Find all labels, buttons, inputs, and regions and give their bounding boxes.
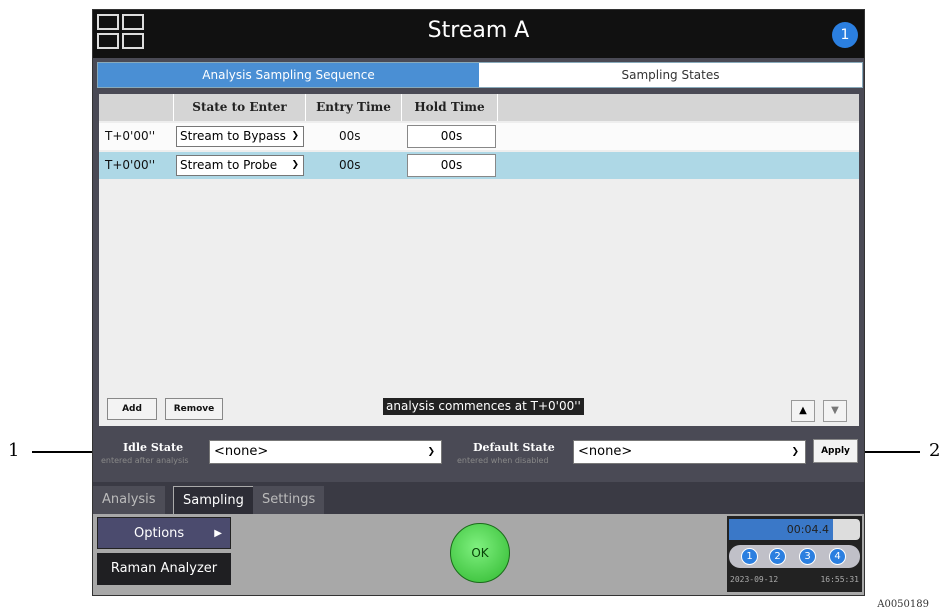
remove-button[interactable]: Remove <box>165 398 223 420</box>
stream-3-indicator[interactable]: 3 <box>799 548 816 565</box>
default-state-sublabel: entered when disabled <box>457 456 549 465</box>
status-panel: 00:04.4 1 2 3 4 2023-09-12 16:55:31 <box>727 516 862 592</box>
idle-state-select[interactable]: <none> ❯ <box>209 440 442 464</box>
default-state-value: <none> <box>578 444 633 459</box>
figure-id: A0050189 <box>877 599 929 610</box>
move-down-button[interactable]: ▼ <box>823 400 847 422</box>
tab-analysis-sampling-sequence[interactable]: Analysis Sampling Sequence <box>98 63 479 87</box>
row-time: T+0'00'' <box>105 129 156 143</box>
notification-badge[interactable]: 1 <box>832 22 858 48</box>
window-title: Stream A <box>427 18 530 43</box>
callout-1-number: 1 <box>8 440 20 461</box>
timer-progress-tail <box>833 519 860 540</box>
table-row-selected[interactable]: T+0'00'' Stream to Probe ❯ 00s 00s <box>99 152 859 179</box>
header-entry-time: Entry Time <box>306 94 402 121</box>
top-tab-bar: Analysis Sampling Sequence Sampling Stat… <box>97 62 863 88</box>
sequence-panel: State to Enter Entry Time Hold Time T+0'… <box>99 94 859 426</box>
state-select[interactable]: Stream to Probe ❯ <box>176 155 304 176</box>
chevron-down-icon: ❯ <box>427 447 435 457</box>
options-label: Options <box>134 526 185 541</box>
tab-analysis[interactable]: Analysis <box>93 486 165 514</box>
table-header: State to Enter Entry Time Hold Time <box>99 94 859 121</box>
raman-analyzer-button[interactable]: Raman Analyzer <box>97 553 231 585</box>
stream-indicator-bar: 1 2 3 4 <box>729 545 860 568</box>
footer-bar: Options ▶ Raman Analyzer OK 00:04.4 1 2 … <box>93 514 864 595</box>
state-settings-row: Idle State entered after analysis <none>… <box>93 430 864 470</box>
app-window: Stream A 1 Analysis Sampling Sequence Sa… <box>92 9 865 596</box>
idle-state-value: <none> <box>214 444 269 459</box>
chevron-down-icon: ❯ <box>291 131 299 141</box>
callout-2-number: 2 <box>929 440 941 461</box>
hold-time-input[interactable]: 00s <box>407 154 496 177</box>
header-time <box>99 94 174 121</box>
default-state-label: Default State <box>473 441 555 454</box>
tab-settings[interactable]: Settings <box>253 486 325 514</box>
tab-sampling[interactable]: Sampling <box>173 486 254 515</box>
header-state: State to Enter <box>174 94 306 121</box>
header-hold-time: Hold Time <box>402 94 498 121</box>
title-bar: Stream A 1 <box>93 10 864 58</box>
state-select-value: Stream to Probe <box>180 158 278 172</box>
stream-2-indicator[interactable]: 2 <box>769 548 786 565</box>
stream-4-indicator[interactable]: 4 <box>829 548 846 565</box>
status-time: 16:55:31 <box>820 575 859 584</box>
default-state-select[interactable]: <none> ❯ <box>573 440 806 464</box>
status-date: 2023-09-12 <box>730 575 779 584</box>
move-up-button[interactable]: ▲ <box>791 400 815 422</box>
timer-display: 00:04.4 <box>729 519 833 540</box>
bottom-tab-bar: Analysis Sampling Settings <box>93 482 864 515</box>
idle-state-label: Idle State <box>123 441 184 454</box>
options-button[interactable]: Options ▶ <box>97 517 231 549</box>
entry-time: 00s <box>339 158 361 172</box>
add-button[interactable]: Add <box>107 398 157 420</box>
commence-text: analysis commences at T+0'00'' <box>383 398 584 415</box>
play-arrow-icon: ▶ <box>214 528 222 539</box>
state-select[interactable]: Stream to Bypass ❯ <box>176 126 304 147</box>
idle-state-sublabel: entered after analysis <box>101 456 189 465</box>
stream-1-indicator[interactable]: 1 <box>741 548 758 565</box>
entry-time: 00s <box>339 129 361 143</box>
state-select-value: Stream to Bypass <box>180 129 286 143</box>
table-row[interactable]: T+0'00'' Stream to Bypass ❯ 00s 00s <box>99 123 859 150</box>
row-time: T+0'00'' <box>105 158 156 172</box>
apply-button[interactable]: Apply <box>813 439 858 463</box>
tab-sampling-states[interactable]: Sampling States <box>479 63 862 87</box>
chevron-down-icon: ❯ <box>291 160 299 170</box>
hold-time-input[interactable]: 00s <box>407 125 496 148</box>
chevron-down-icon: ❯ <box>791 447 799 457</box>
ok-status-button[interactable]: OK <box>450 523 510 583</box>
